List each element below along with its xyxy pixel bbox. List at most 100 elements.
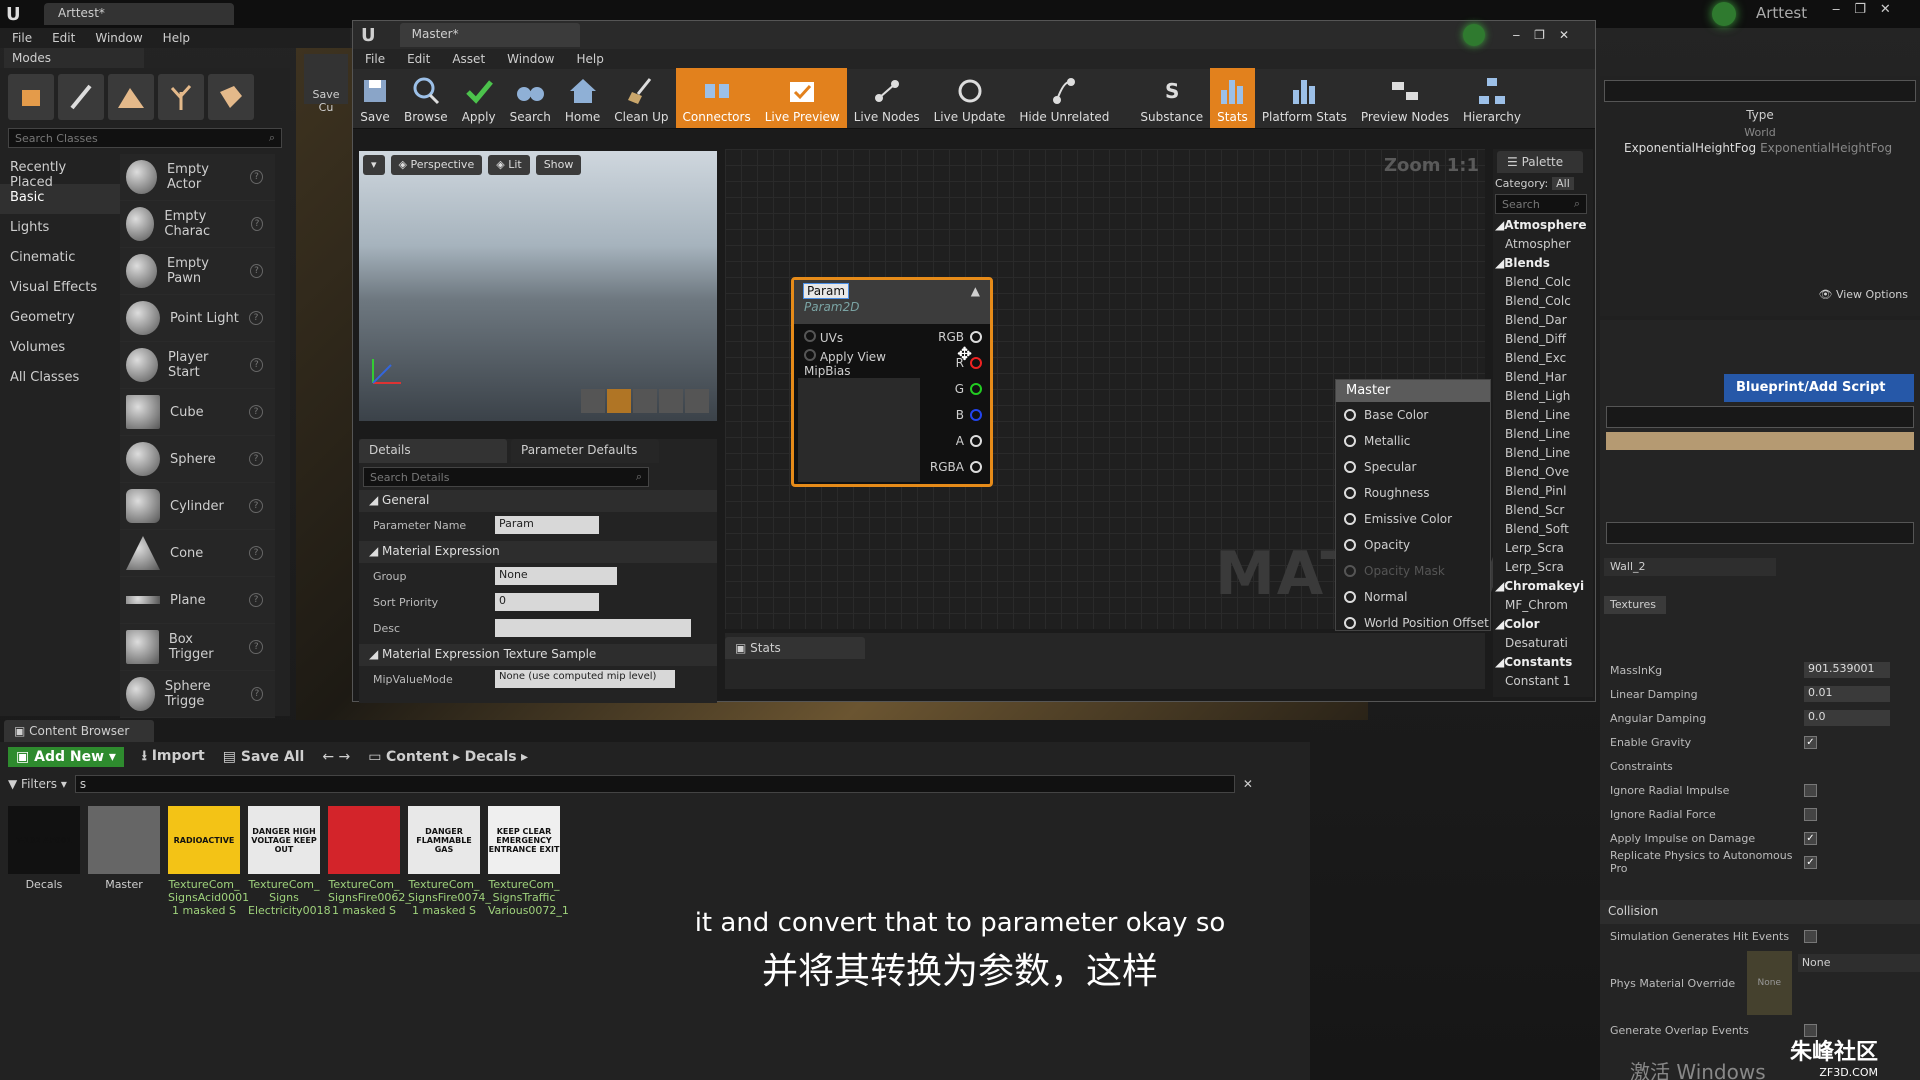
output-pin-r[interactable]: R — [920, 350, 990, 376]
menu-edit[interactable]: Edit — [52, 31, 75, 45]
asset-tile[interactable]: Master — [88, 806, 160, 917]
palette-item[interactable]: Blend_Line — [1493, 446, 1593, 465]
save-all-button[interactable]: ▤ Save All — [223, 749, 305, 765]
view-options-button[interactable]: 👁 View Options — [1818, 288, 1908, 301]
me-menu-edit[interactable]: Edit — [407, 52, 430, 66]
outliner-row-fog[interactable]: ExponentialHeightFog ExponentialHeightFog — [1600, 141, 1920, 155]
palette-category[interactable]: ◢Constants — [1493, 655, 1593, 674]
help-icon[interactable]: ? — [249, 405, 263, 419]
palette-item[interactable]: Desaturati — [1493, 636, 1593, 655]
menu-window[interactable]: Window — [95, 31, 142, 45]
asset-tile[interactable]: KEEP CLEAR EMERGENCY ENTRANCE EXIT Textur… — [488, 806, 569, 917]
clean-up-button[interactable]: Clean Up — [607, 68, 675, 128]
physics-value-field[interactable]: 0.0 — [1804, 710, 1890, 726]
platform-stats-button[interactable]: Platform Stats — [1255, 68, 1354, 128]
palette-item[interactable]: Blend_Soft — [1493, 522, 1593, 541]
tab-palette[interactable]: ☰ Palette — [1497, 151, 1583, 173]
crumb-content[interactable]: Content — [386, 749, 449, 765]
geometry-mode-icon[interactable] — [208, 74, 254, 120]
master-pin-emissive[interactable]: Emissive Color — [1336, 506, 1490, 532]
palette-item[interactable]: Blend_Exc — [1493, 351, 1593, 370]
asset-tile[interactable]: T-102 AF001 Decals — [8, 806, 80, 917]
output-pin-g[interactable]: G — [920, 376, 990, 402]
import-button[interactable]: ⭳ Import — [142, 745, 205, 769]
category-volumes[interactable]: Volumes — [0, 334, 120, 364]
texture-sample-section[interactable]: ◢ Material Expression Texture Sample — [359, 644, 717, 666]
category-cinematic[interactable]: Cinematic — [0, 244, 120, 274]
place-empty-character[interactable]: Empty Charac? — [120, 201, 275, 248]
category-combo[interactable]: All — [1552, 177, 1574, 190]
collapse-icon[interactable]: ▲ — [971, 284, 980, 298]
asset-tile[interactable]: DANGER FLAMMABLE GAS TextureCom_ SignsFire… — [408, 806, 491, 917]
palette-item[interactable]: Blend_Dar — [1493, 313, 1593, 332]
show-button[interactable]: Show — [535, 155, 582, 175]
place-cone[interactable]: Cone? — [120, 530, 275, 577]
place-plane[interactable]: Plane? — [120, 577, 275, 624]
me-source-control-icon[interactable] — [1462, 24, 1485, 46]
component-search-input[interactable] — [1606, 406, 1914, 428]
palette-item[interactable]: Blend_Ligh — [1493, 389, 1593, 408]
palette-search-input[interactable]: Search ⌕ — [1495, 194, 1587, 214]
me-menu-window[interactable]: Window — [507, 52, 554, 66]
browse-button[interactable]: Browse — [397, 68, 455, 128]
master-pin-base-color[interactable]: Base Color — [1336, 402, 1490, 428]
preview-nodes-button[interactable]: Preview Nodes — [1354, 68, 1456, 128]
details-search-input[interactable] — [1606, 522, 1914, 544]
palette-category[interactable]: ◢Color — [1493, 617, 1593, 636]
asset-tile[interactable]: RADIOACTIVE TextureCom_ SignsAcid0001 1 mas… — [168, 806, 249, 917]
search-classes-input[interactable]: Search Classes ⌕ — [8, 128, 282, 148]
palette-category[interactable]: ◢Chromakeyi — [1493, 579, 1593, 598]
master-pin-specular[interactable]: Specular — [1336, 454, 1490, 480]
paint-mode-icon[interactable] — [58, 74, 104, 120]
menu-file[interactable]: File — [12, 31, 32, 45]
palette-item[interactable]: Blend_Colc — [1493, 275, 1593, 294]
category-visual-effects[interactable]: Visual Effects — [0, 274, 120, 304]
physics-checkbox[interactable]: ✓ — [1804, 831, 1817, 845]
place-point-light[interactable]: Point Light? — [120, 295, 275, 342]
menu-help[interactable]: Help — [163, 31, 190, 45]
live-preview-button[interactable]: Live Preview — [757, 68, 847, 128]
master-pin-opacity[interactable]: Opacity — [1336, 532, 1490, 558]
me-menu-file[interactable]: File — [365, 52, 385, 66]
foliage-mode-icon[interactable] — [158, 74, 204, 120]
plane-preview-icon[interactable] — [633, 389, 657, 413]
output-pin-a[interactable]: A — [920, 428, 990, 454]
apply-button[interactable]: Apply — [455, 68, 503, 128]
category-all-classes[interactable]: All Classes — [0, 364, 120, 394]
physics-checkbox[interactable]: ✓ — [1804, 735, 1817, 749]
desc-field[interactable] — [495, 619, 691, 637]
cube-preview-icon[interactable] — [659, 389, 683, 413]
tab-parameter-defaults[interactable]: Parameter Defaults — [511, 439, 659, 463]
palette-item[interactable]: Constant 1 — [1493, 674, 1593, 693]
master-material-node[interactable]: Master Base Color Metallic Specular Roug… — [1335, 379, 1491, 631]
search-button[interactable]: Search — [503, 68, 558, 128]
palette-item[interactable]: Blend_Colc — [1493, 294, 1593, 313]
outliner-search-input[interactable] — [1604, 80, 1916, 102]
material-combo[interactable]: Wall_2 — [1604, 558, 1776, 576]
input-pin-mipbias[interactable]: Apply View MipBias — [794, 348, 920, 378]
lit-button[interactable]: ◈ Lit — [488, 155, 530, 175]
viewport-options-button[interactable]: ▾ — [363, 155, 385, 175]
texture-param-node[interactable]: Param ▲ Param2D UVs Apply View MipBias RG… — [791, 277, 993, 487]
help-icon[interactable]: ? — [249, 311, 263, 325]
hide-unrelated-button[interactable]: Hide Unrelated — [1012, 68, 1116, 128]
master-pin-metallic[interactable]: Metallic — [1336, 428, 1490, 454]
landscape-mode-icon[interactable] — [108, 74, 154, 120]
group-combo[interactable]: None — [495, 567, 617, 585]
general-section[interactable]: ◢ General — [359, 490, 717, 512]
tab-stats[interactable]: ▣ Stats — [725, 637, 865, 659]
place-sphere-trigger[interactable]: Sphere Trigge? — [120, 671, 275, 718]
home-button[interactable]: Home — [558, 68, 607, 128]
material-graph[interactable]: Zoom 1:1 MATERIAL Param▲ Param2D UVs App… — [725, 149, 1566, 631]
node-title-input[interactable]: Param — [802, 283, 850, 299]
mip-mode-combo[interactable]: None (use computed mip level) — [495, 670, 675, 688]
cb-search-input[interactable]: s — [74, 775, 1235, 793]
place-cylinder[interactable]: Cylinder? — [120, 483, 275, 530]
level-tab[interactable]: Arttest* — [44, 3, 234, 25]
type-column-header[interactable]: Type — [1600, 108, 1920, 122]
palette-item[interactable]: Lerp_Scra — [1493, 541, 1593, 560]
material-expression-section[interactable]: ◢ Material Expression — [359, 541, 717, 563]
help-icon[interactable]: ? — [249, 593, 263, 607]
place-empty-actor[interactable]: Empty Actor? — [120, 154, 275, 201]
help-icon[interactable]: ? — [249, 640, 263, 654]
